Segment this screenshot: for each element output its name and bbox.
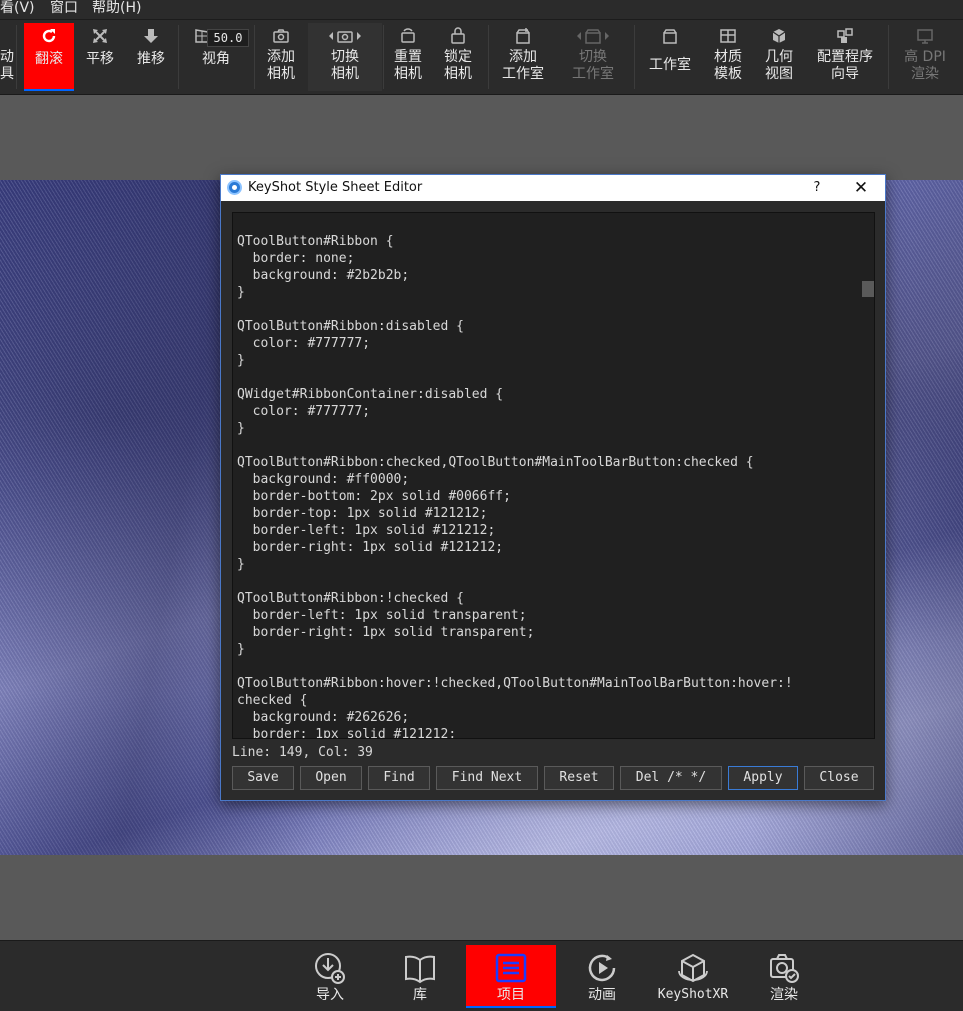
editor-scrollbar[interactable] — [861, 213, 874, 738]
help-button[interactable]: ? — [799, 177, 835, 199]
ribbon-perspective-label: 视角 — [202, 51, 230, 67]
ribbon-lock-camera-label: 锁定 相机 — [444, 49, 472, 82]
ribbon-geometry-view-label: 几何 视图 — [765, 49, 793, 82]
apply-button[interactable]: Apply — [728, 766, 798, 790]
ribbon-reset-camera-label: 重置 相机 — [394, 49, 422, 82]
ribbon-pan-button[interactable]: 平移 — [76, 23, 124, 91]
add-camera-icon — [258, 23, 304, 49]
ribbon-add-camera-label: 添加 相机 — [267, 49, 295, 82]
save-button[interactable]: Save — [232, 766, 294, 790]
bottom-library-button[interactable]: 库 — [392, 945, 448, 1008]
studio-icon — [642, 23, 698, 49]
keyshotxr-icon — [650, 945, 736, 987]
menu-help[interactable]: 帮助(H) — [92, 0, 141, 17]
fov-input[interactable]: 50.0 — [207, 29, 249, 47]
find-next-button[interactable]: Find Next — [436, 766, 538, 790]
animation-icon — [574, 945, 630, 987]
configurator-wizard-icon — [808, 23, 882, 49]
material-template-icon — [706, 23, 750, 49]
ribbon-partial-label-bottom: 具 — [0, 66, 14, 82]
cursor-position-status: Line: 149, Col: 39 — [232, 745, 373, 760]
delete-comment-button[interactable]: Del /* */ — [620, 766, 722, 790]
bottom-keyshotxr-label: KeyShotXR — [657, 987, 729, 1002]
bottom-import-label: 导入 — [316, 987, 344, 1003]
editor-scroll-thumb[interactable] — [862, 281, 874, 297]
style-sheet-editor-dialog: KeyShot Style Sheet Editor ? ✕ QToolButt… — [220, 174, 886, 801]
bottom-render-label: 渲染 — [770, 987, 798, 1003]
find-button[interactable]: Find — [368, 766, 430, 790]
dialog-title-bar[interactable]: KeyShot Style Sheet Editor ? ✕ — [221, 175, 885, 201]
ribbon-configurator-wizard-button[interactable]: 配置程序 向导 — [808, 23, 882, 91]
ribbon-add-studio-button[interactable]: 添加 工作室 — [494, 23, 552, 91]
ribbon-add-studio-label: 添加 工作室 — [502, 49, 544, 82]
close-icon[interactable]: ✕ — [838, 175, 884, 201]
bottom-library-label: 库 — [413, 987, 427, 1003]
dolly-icon — [126, 23, 176, 49]
bottom-import-button[interactable]: 导入 — [302, 945, 358, 1008]
bottom-project-label: 项目 — [497, 987, 525, 1003]
bottom-navigation-bar: 导入 库 项目 动画 KeyShotXR 渲染 — [0, 940, 963, 1011]
ribbon-lock-camera-button[interactable]: 锁定 相机 — [436, 23, 480, 91]
pan-icon — [76, 23, 124, 49]
geometry-view-icon — [756, 23, 802, 49]
ribbon-toolbar: 动 具 翻滚 平移 推移 视角 50.0 添加 相机 切换 相机 重置 相机 锁… — [0, 19, 963, 95]
switch-studio-icon — [558, 23, 628, 49]
menu-window[interactable]: 窗口 — [50, 0, 78, 17]
ribbon-studio-label: 工作室 — [649, 57, 691, 73]
project-icon — [466, 945, 556, 987]
lock-camera-icon — [436, 23, 480, 49]
bottom-project-button[interactable]: 项目 — [466, 945, 556, 1008]
menu-bar: 看(V) 窗口 帮助(H) — [0, 0, 963, 19]
ribbon-add-camera-button[interactable]: 添加 相机 — [258, 23, 304, 91]
ribbon-studio-button[interactable]: 工作室 — [642, 23, 698, 91]
switch-camera-icon — [308, 23, 382, 49]
open-button[interactable]: Open — [300, 766, 362, 790]
add-studio-icon — [494, 23, 552, 49]
bottom-animation-button[interactable]: 动画 — [574, 945, 630, 1008]
keyshot-logo-icon — [227, 180, 242, 195]
bottom-animation-label: 动画 — [588, 987, 616, 1003]
dialog-title: KeyShot Style Sheet Editor — [248, 180, 423, 195]
style-sheet-code[interactable]: QToolButton#Ribbon { border: none; backg… — [237, 233, 857, 738]
ribbon-switch-studio-label: 切换 工作室 — [572, 49, 614, 82]
ribbon-tumble-button[interactable]: 翻滚 — [24, 23, 74, 91]
ribbon-material-template-button[interactable]: 材质 模板 — [706, 23, 750, 91]
bottom-render-button[interactable]: 渲染 — [756, 945, 812, 1008]
tumble-icon — [24, 23, 74, 49]
reset-button[interactable]: Reset — [544, 766, 614, 790]
menu-view[interactable]: 看(V) — [0, 0, 35, 17]
ribbon-geometry-view-button[interactable]: 几何 视图 — [756, 23, 802, 91]
ribbon-reset-camera-button[interactable]: 重置 相机 — [386, 23, 430, 91]
close-button[interactable]: Close — [804, 766, 874, 790]
ribbon-high-dpi-button: 高 DPI 渲染 — [892, 23, 958, 91]
ribbon-switch-camera-label: 切换 相机 — [331, 49, 359, 82]
ribbon-configurator-wizard-label: 配置程序 向导 — [817, 49, 873, 82]
reset-camera-icon — [386, 23, 430, 49]
high-dpi-icon — [892, 23, 958, 49]
ribbon-partial-label-top: 动 — [0, 49, 14, 65]
ribbon-high-dpi-label: 高 DPI 渲染 — [904, 49, 946, 82]
ribbon-partial-button[interactable]: 动 具 — [0, 23, 14, 91]
library-icon — [392, 945, 448, 987]
ribbon-tumble-label: 翻滚 — [35, 51, 63, 67]
ribbon-dolly-label: 推移 — [137, 51, 165, 67]
ribbon-pan-label: 平移 — [86, 51, 114, 67]
style-sheet-text-editor[interactable]: QToolButton#Ribbon { border: none; backg… — [232, 212, 875, 739]
ribbon-material-template-label: 材质 模板 — [714, 49, 742, 82]
import-icon — [302, 945, 358, 987]
ribbon-switch-camera-button[interactable]: 切换 相机 — [308, 23, 382, 91]
ribbon-dolly-button[interactable]: 推移 — [126, 23, 176, 91]
ribbon-switch-studio-button: 切换 工作室 — [558, 23, 628, 91]
render-icon — [756, 945, 812, 987]
bottom-keyshotxr-button[interactable]: KeyShotXR — [650, 945, 736, 1008]
